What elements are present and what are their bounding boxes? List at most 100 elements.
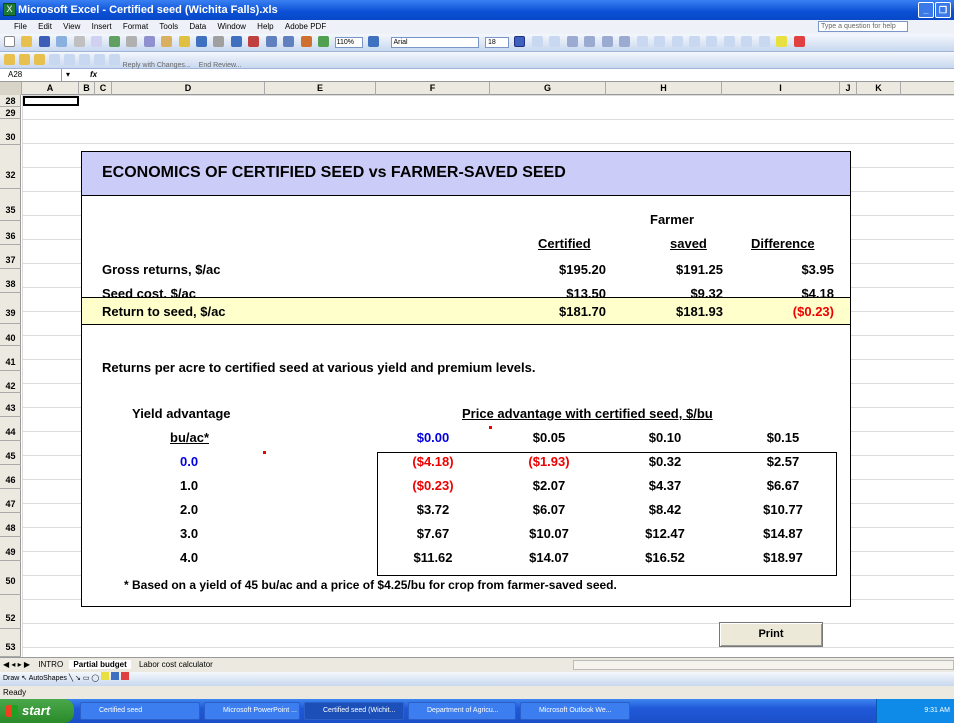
spelling-icon[interactable] — [108, 36, 120, 47]
paste-icon[interactable] — [161, 36, 173, 47]
menu-help[interactable]: Help — [257, 20, 273, 34]
review-icon-7[interactable] — [93, 54, 105, 65]
row-header-29[interactable]: 29 — [0, 107, 21, 119]
row-header-44[interactable]: 44 — [0, 417, 21, 441]
tab-last-icon[interactable]: ▶ — [24, 660, 30, 669]
cut-icon[interactable] — [126, 36, 138, 47]
row-header-53[interactable]: 53 — [0, 629, 21, 657]
col-header-f[interactable]: F — [376, 82, 490, 95]
row-header-47[interactable]: 47 — [0, 489, 21, 513]
review-icon-1[interactable] — [4, 54, 15, 65]
font-size-select[interactable]: 18 — [484, 37, 509, 48]
align-center-icon[interactable] — [584, 36, 596, 47]
row-header-45[interactable]: 45 — [0, 441, 21, 465]
sort-descending-icon[interactable] — [283, 36, 295, 47]
new-icon[interactable] — [4, 36, 15, 47]
menu-file[interactable]: File — [14, 20, 27, 34]
taskbar-button[interactable]: Microsoft PowerPoint ... — [204, 702, 300, 720]
formula-input[interactable] — [104, 69, 954, 81]
permission-icon[interactable] — [56, 36, 68, 47]
review-icon-8[interactable] — [108, 54, 120, 65]
fill-color-draw-icon[interactable] — [101, 672, 110, 680]
col-header-a[interactable]: A — [22, 82, 79, 95]
sheet-tab-labor-cost[interactable]: Labor cost calculator — [139, 660, 213, 669]
row-header-50[interactable]: 50 — [0, 561, 21, 595]
row-header-28[interactable]: 28 — [0, 95, 21, 107]
arrow-icon[interactable]: ↘ — [75, 675, 83, 682]
percent-icon[interactable] — [654, 36, 666, 47]
name-box-dropdown-icon[interactable]: ▾ — [66, 69, 70, 81]
sheet-tab-intro[interactable]: INTRO — [38, 660, 63, 669]
col-header-g[interactable]: G — [490, 82, 606, 95]
row-header-38[interactable]: 38 — [0, 269, 21, 293]
menu-adobe-pdf[interactable]: Adobe PDF — [285, 20, 326, 34]
sheet-tab-partial-budget[interactable]: Partial budget — [69, 660, 131, 669]
col-header-j[interactable]: J — [840, 82, 857, 95]
menu-format[interactable]: Format — [123, 20, 148, 34]
row-header-32[interactable]: 32 — [0, 145, 21, 189]
active-cell[interactable] — [23, 96, 79, 106]
row-header-30[interactable]: 30 — [0, 119, 21, 145]
font-select[interactable]: Arial — [390, 37, 479, 48]
font-color-icon[interactable] — [793, 36, 805, 47]
print-preview-icon[interactable] — [91, 36, 103, 47]
menu-insert[interactable]: Insert — [92, 20, 112, 34]
restore-button[interactable]: ❐ — [935, 2, 951, 18]
menu-edit[interactable]: Edit — [38, 20, 52, 34]
taskbar-button[interactable]: Microsoft Outlook We... — [520, 702, 630, 720]
autosum-icon[interactable] — [248, 36, 260, 47]
copy-icon[interactable] — [143, 36, 155, 47]
align-left-icon[interactable] — [566, 36, 578, 47]
row-header-43[interactable]: 43 — [0, 393, 21, 417]
reply-with-changes-button[interactable]: Reply with Changes... — [123, 62, 191, 69]
chart-wizard-icon[interactable] — [300, 36, 312, 47]
increase-decimal-icon[interactable] — [688, 36, 700, 47]
save-icon[interactable] — [38, 36, 50, 47]
row-header-40[interactable]: 40 — [0, 324, 21, 346]
row-header-37[interactable]: 37 — [0, 245, 21, 269]
col-header-b[interactable]: B — [79, 82, 95, 95]
col-header-i[interactable]: I — [722, 82, 840, 95]
end-review-button[interactable]: End Review... — [199, 62, 242, 69]
comma-icon[interactable] — [671, 36, 683, 47]
sort-ascending-icon[interactable] — [265, 36, 277, 47]
font-color-draw-icon[interactable] — [121, 672, 130, 680]
line-color-icon[interactable] — [111, 672, 120, 680]
underline-icon[interactable] — [549, 36, 561, 47]
col-header-k[interactable]: K — [857, 82, 901, 95]
align-right-icon[interactable] — [601, 36, 613, 47]
bold-icon[interactable] — [514, 36, 526, 47]
review-icon-6[interactable] — [78, 54, 90, 65]
menu-tools[interactable]: Tools — [159, 20, 178, 34]
oval-icon[interactable]: ◯ — [91, 675, 101, 682]
tab-first-icon[interactable]: ◀ — [3, 660, 9, 669]
row-header-48[interactable]: 48 — [0, 513, 21, 537]
row-header-39[interactable]: 39 — [0, 293, 21, 324]
tab-next-icon[interactable]: ▸ — [18, 660, 22, 669]
minimize-button[interactable]: _ — [918, 2, 934, 18]
print-button[interactable]: Print — [719, 622, 823, 647]
merge-center-icon[interactable] — [619, 36, 631, 47]
zoom-select[interactable]: 110% — [334, 37, 363, 48]
currency-icon[interactable] — [636, 36, 648, 47]
menu-view[interactable]: View — [63, 20, 80, 34]
name-box[interactable]: A28 — [0, 69, 62, 81]
row-header-52[interactable]: 52 — [0, 595, 21, 629]
taskbar-button[interactable]: Department of Agricu... — [408, 702, 516, 720]
horizontal-scrollbar[interactable] — [573, 660, 954, 670]
review-icon-3[interactable] — [33, 54, 45, 65]
row-header-46[interactable]: 46 — [0, 465, 21, 489]
fill-color-icon[interactable] — [776, 36, 788, 47]
col-header-e[interactable]: E — [265, 82, 376, 95]
menu-window[interactable]: Window — [217, 20, 245, 34]
decrease-indent-icon[interactable] — [723, 36, 735, 47]
row-header-49[interactable]: 49 — [0, 537, 21, 561]
select-all-corner[interactable] — [0, 82, 22, 95]
decrease-decimal-icon[interactable] — [706, 36, 718, 47]
tab-prev-icon[interactable]: ◂ — [11, 660, 15, 669]
row-header-41[interactable]: 41 — [0, 346, 21, 371]
review-icon-5[interactable] — [63, 54, 75, 65]
borders-icon[interactable] — [758, 36, 770, 47]
review-icon-4[interactable] — [48, 54, 60, 65]
undo-icon[interactable] — [195, 36, 207, 47]
